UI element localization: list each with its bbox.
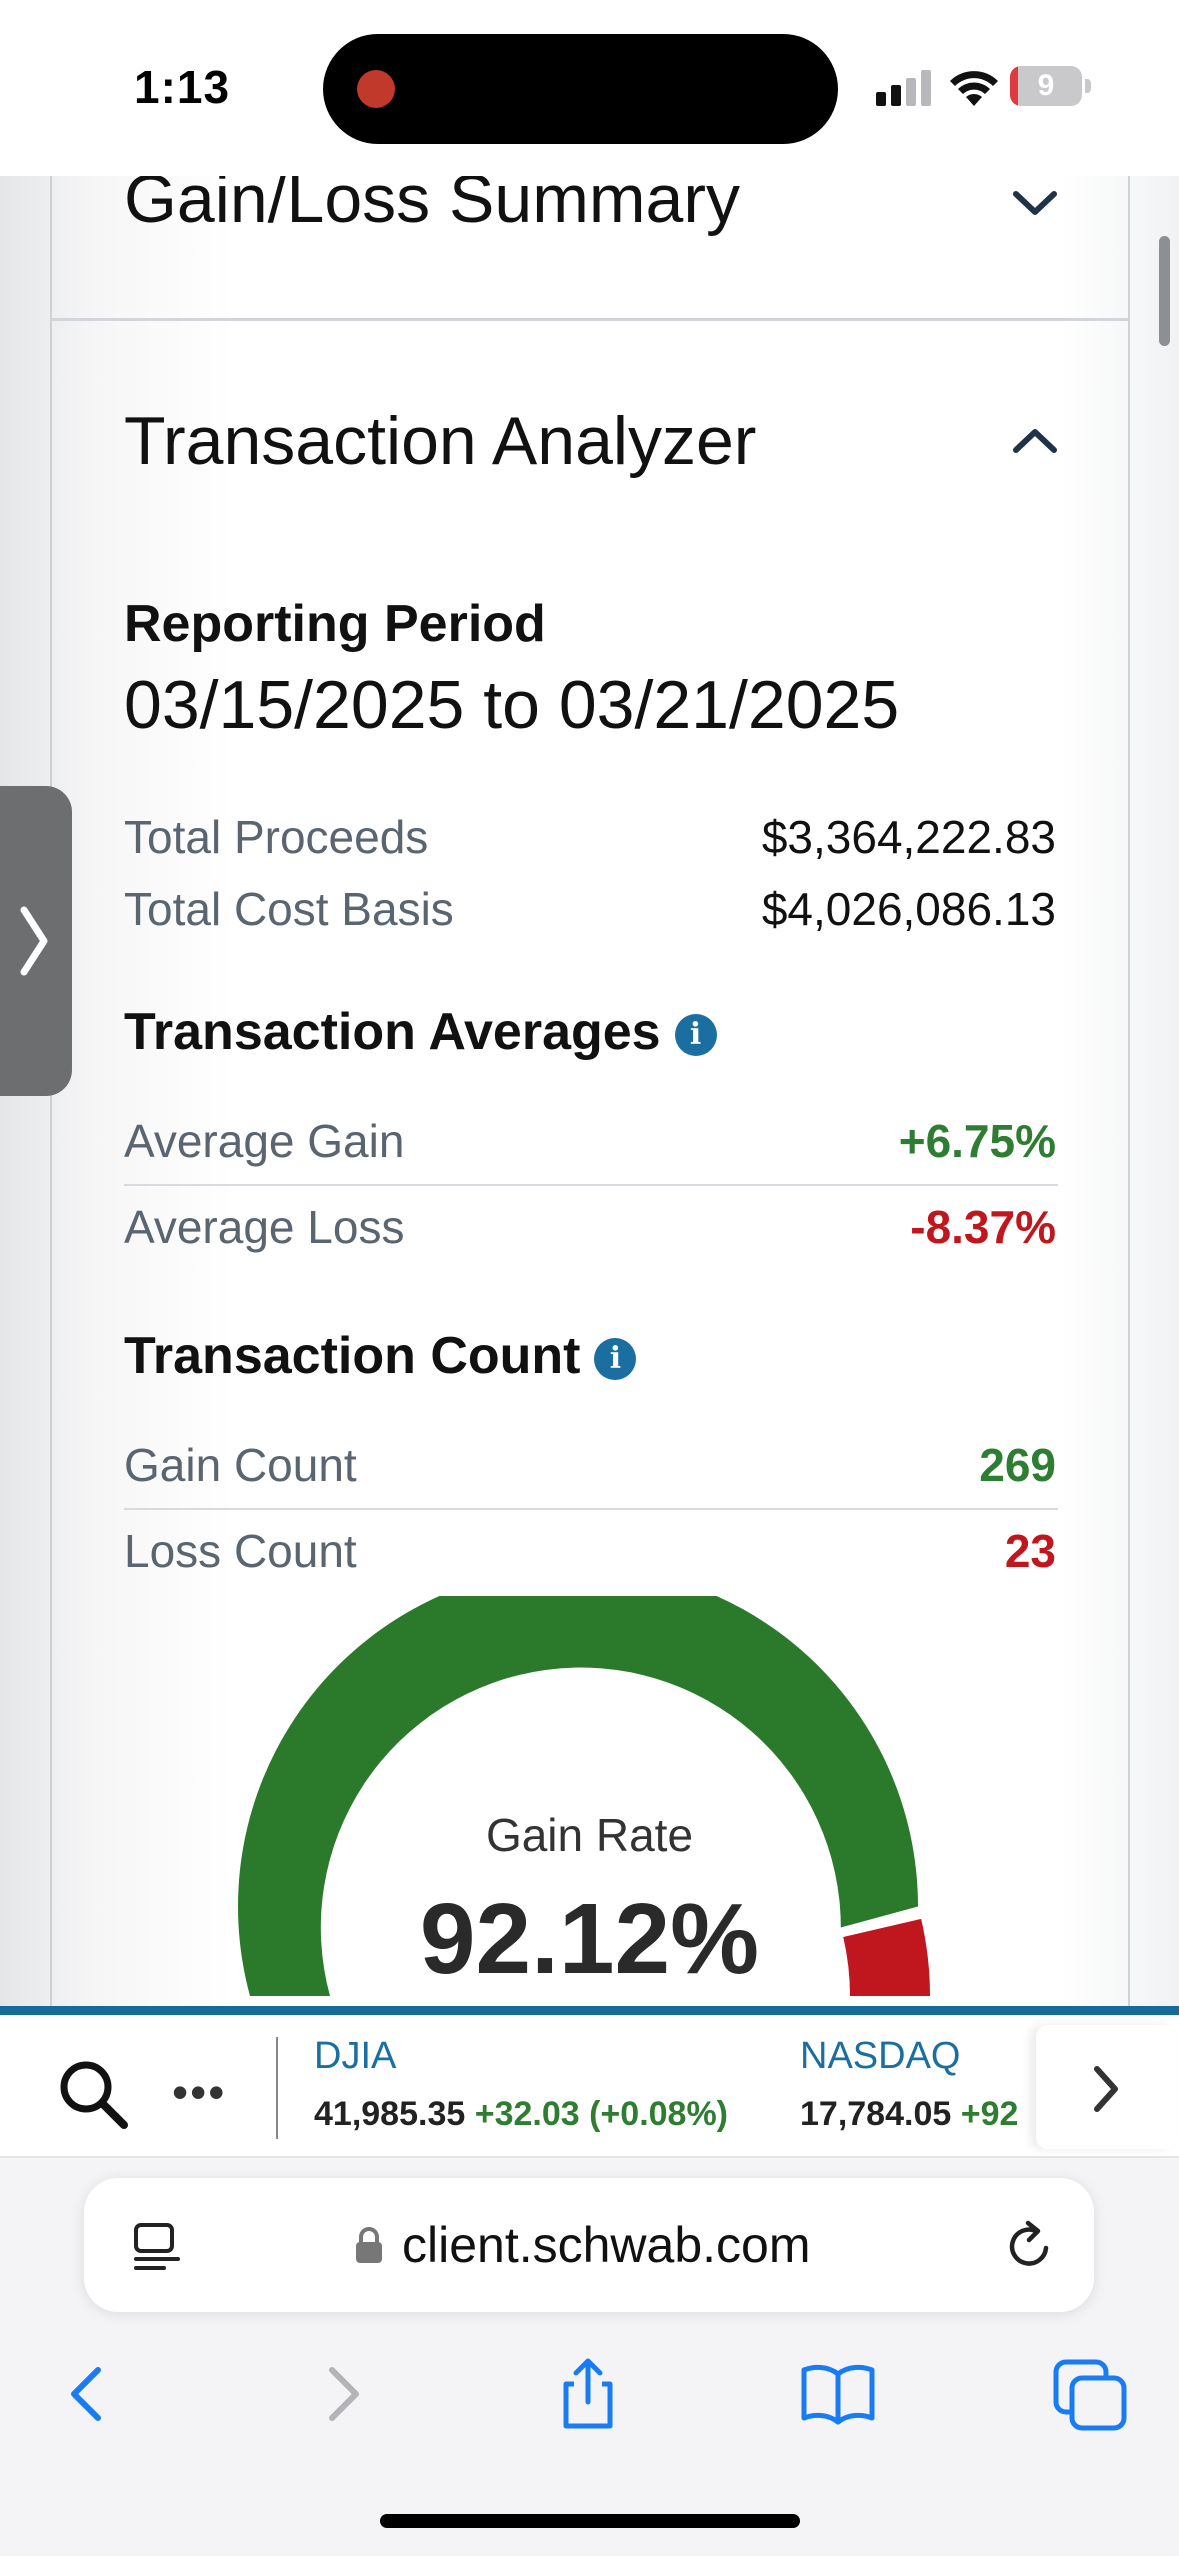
- reload-icon[interactable]: [1002, 2218, 1058, 2274]
- lock-icon: [356, 2227, 382, 2263]
- cellular-signal-icon: [876, 70, 931, 106]
- page-scrollbar[interactable]: [1159, 236, 1170, 346]
- battery-level: 9: [1037, 69, 1055, 102]
- ticker-separator: [276, 2037, 278, 2139]
- more-menu-button[interactable]: •••: [172, 2065, 226, 2119]
- total-cost-basis-value: $4,026,086.13: [761, 883, 1056, 935]
- reporting-period-range: 03/15/2025 to 03/21/2025: [124, 667, 900, 743]
- page-menu-icon[interactable]: [132, 2222, 182, 2274]
- row-divider: [124, 1508, 1058, 1510]
- transaction-count-heading: Transaction Count i: [124, 1326, 637, 1386]
- chevron-right-icon: [20, 906, 48, 976]
- ticker-next-button[interactable]: [1036, 2025, 1176, 2149]
- browser-toolbar: client.schwab.com: [0, 2158, 1179, 2556]
- url-text[interactable]: client.schwab.com: [402, 2216, 811, 2274]
- address-bar[interactable]: client.schwab.com: [84, 2178, 1094, 2312]
- total-cost-basis-label: Total Cost Basis: [124, 883, 454, 935]
- side-panel-toggle[interactable]: [0, 786, 72, 1096]
- phone-screen: 1:13 9 Gain/Loss Summary Transaction Ana…: [0, 0, 1179, 2556]
- loss-count-label: Loss Count: [124, 1525, 357, 1577]
- battery-icon: 9: [1010, 66, 1092, 106]
- average-loss-label: Average Loss: [124, 1201, 405, 1253]
- recording-indicator-icon: [357, 70, 395, 108]
- reporting-period-label: Reporting Period: [124, 595, 546, 653]
- transaction-count-title: Transaction Count: [124, 1327, 581, 1385]
- gain-rate-value: 92.12%: [419, 1883, 760, 1995]
- average-gain-label: Average Gain: [124, 1115, 405, 1167]
- info-icon[interactable]: i: [674, 1014, 717, 1057]
- ticker-nasdaq-name: NASDAQ: [800, 2035, 961, 2077]
- section-divider: [52, 318, 1128, 321]
- transaction-analyzer-title[interactable]: Transaction Analyzer: [124, 402, 756, 480]
- status-bar: 1:13 9: [0, 0, 1179, 176]
- ticker-nasdaq[interactable]: NASDAQ 17,784.05 +92: [790, 2015, 1040, 2155]
- average-loss-value: -8.37%: [910, 1201, 1056, 1253]
- ticker-djia-price: 41,985.35: [314, 2095, 466, 2133]
- average-gain-value: +6.75%: [898, 1115, 1056, 1167]
- home-indicator: [380, 2514, 800, 2528]
- ticker-djia-name[interactable]: DJIA: [314, 2035, 396, 2078]
- ticker-djia-change: +32.03 (+0.08%): [474, 2095, 729, 2133]
- total-proceeds-value: $3,364,222.83: [761, 811, 1056, 863]
- back-icon[interactable]: [48, 2354, 128, 2434]
- gain-loss-summary-title[interactable]: Gain/Loss Summary: [124, 176, 740, 238]
- gain-count-value: 269: [979, 1439, 1056, 1491]
- info-icon[interactable]: i: [594, 1338, 637, 1381]
- row-divider: [124, 1184, 1058, 1186]
- bookmarks-icon[interactable]: [798, 2354, 878, 2434]
- total-proceeds-label: Total Proceeds: [124, 811, 429, 863]
- market-ticker: ••• DJIA 41,985.35 +32.03 (+0.08%) NASDA…: [0, 2006, 1179, 2158]
- chevron-down-icon[interactable]: [1008, 186, 1062, 220]
- wifi-icon: [950, 71, 998, 106]
- chevron-up-icon[interactable]: [1008, 424, 1062, 458]
- transaction-averages-title: Transaction Averages: [124, 1003, 661, 1061]
- gain-count-label: Gain Count: [124, 1439, 357, 1491]
- gain-rate-label: Gain Rate: [485, 1809, 694, 1861]
- share-icon[interactable]: [548, 2354, 628, 2434]
- ticker-djia-quote[interactable]: 41,985.35 +32.03 (+0.08%): [314, 2095, 728, 2134]
- search-icon[interactable]: [56, 2057, 130, 2131]
- ticker-nasdaq-price: 17,784.05: [800, 2095, 952, 2133]
- status-time: 1:13: [134, 61, 231, 113]
- dynamic-island: [323, 34, 838, 144]
- ticker-nasdaq-change: +92: [960, 2095, 1019, 2133]
- chevron-right-icon: [1094, 2066, 1118, 2112]
- web-page-content: Gain/Loss Summary Transaction Analyzer R…: [0, 176, 1179, 2006]
- tabs-icon[interactable]: [1050, 2354, 1130, 2434]
- forward-icon[interactable]: [302, 2354, 382, 2434]
- ticker-nasdaq-quote: 17,784.05 +92: [800, 2095, 1018, 2134]
- transaction-averages-heading: Transaction Averages i: [124, 1002, 717, 1062]
- loss-count-value: 23: [1004, 1525, 1056, 1577]
